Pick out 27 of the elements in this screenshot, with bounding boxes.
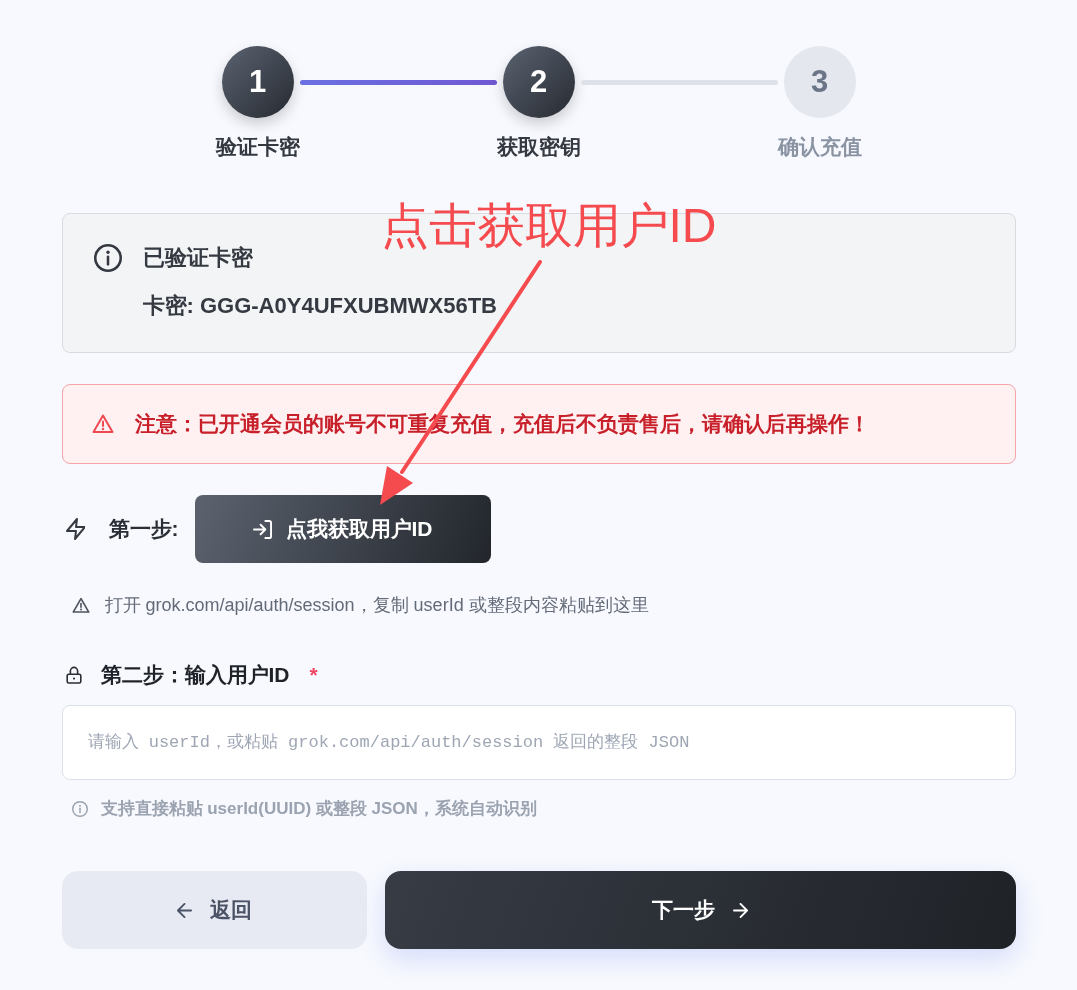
warning-icon: [71, 596, 90, 614]
get-user-id-button[interactable]: 点我获取用户ID: [194, 495, 491, 563]
step-indicator: 1: [221, 46, 294, 118]
step-label: 第一步:: [108, 516, 179, 542]
info-icon: [93, 244, 122, 272]
step-indicator: 3: [783, 46, 856, 118]
help-text: 支持直接粘贴 userId(UUID) 或整段 JSON，系统自动识别: [100, 798, 537, 820]
next-button[interactable]: 下一步: [384, 871, 1016, 949]
hint-text: 打开 grok.com/api/auth/session，复制 userId 或整段内容粘贴到这里: [104, 594, 649, 617]
lock-icon: [65, 666, 82, 684]
login-icon: [252, 519, 272, 539]
arrow-left-icon: [176, 902, 192, 918]
back-button[interactable]: 返回: [61, 871, 367, 949]
step-label: 获取密钥: [496, 134, 581, 160]
step-label: 确认充值: [777, 134, 862, 160]
step-label: 验证卡密: [215, 134, 300, 160]
step-indicator: 2: [502, 46, 575, 118]
lightning-icon: [65, 518, 85, 540]
warning-icon: [91, 414, 114, 434]
field-label: 第二步：输入用户ID: [100, 662, 290, 688]
required-mark: *: [309, 662, 318, 688]
user-id-field[interactable]: 请输入 userId，或粘贴 grok.com/api/auth/session 返回的整段 JSON: [61, 705, 1016, 780]
card-key-text: 卡密: GGG-A0Y4UFXUBMWX56TB: [142, 292, 497, 320]
card-title: 已验证卡密: [142, 244, 254, 272]
arrow-right-icon: [733, 902, 748, 918]
annotation-text: 点击获取用户ID: [380, 200, 717, 252]
info-icon: [71, 801, 88, 817]
